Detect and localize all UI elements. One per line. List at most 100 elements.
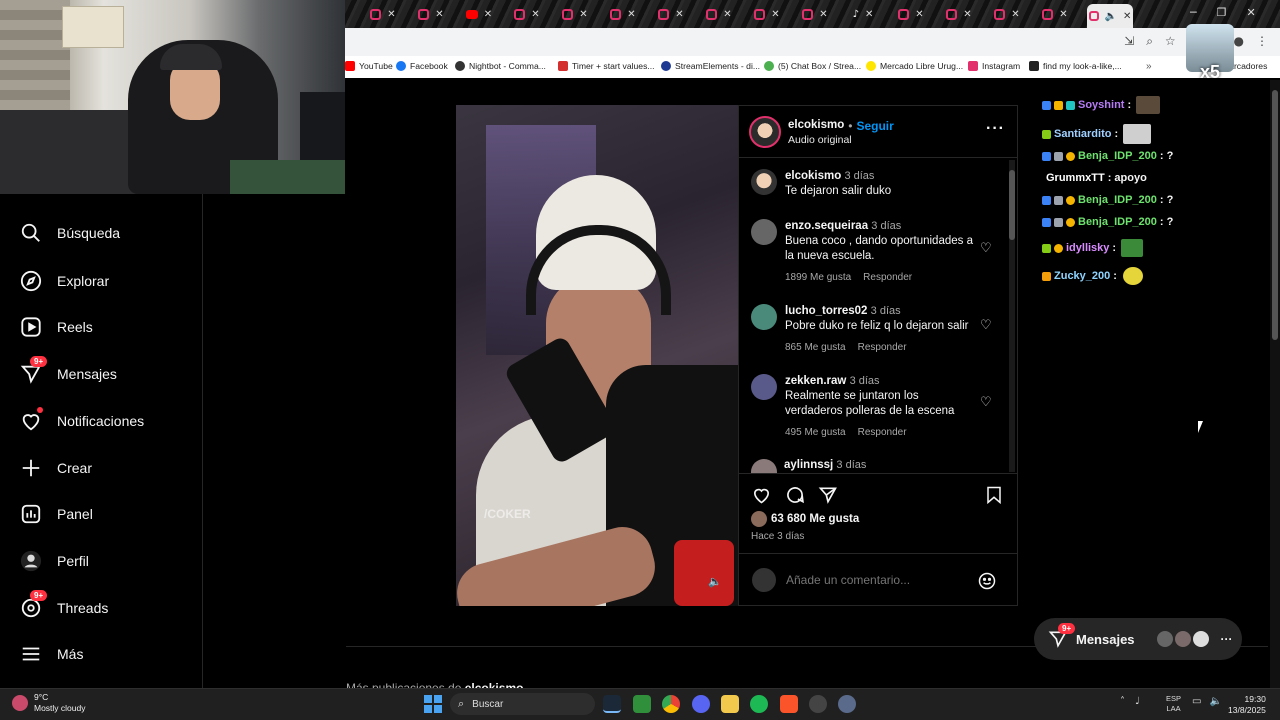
- minecraft-icon[interactable]: [633, 695, 651, 713]
- browser-menu-icon[interactable]: ⋮: [1256, 34, 1268, 49]
- steam-icon[interactable]: [603, 695, 621, 713]
- more-dots-icon[interactable]: ···: [1221, 632, 1233, 646]
- browser-tab[interactable]: ✕: [888, 4, 934, 24]
- weather-widget[interactable]: 9°C Mostly cloudy: [12, 692, 86, 714]
- language-indicator[interactable]: ESP LAA: [1166, 694, 1181, 714]
- add-comment-input[interactable]: [786, 571, 966, 589]
- comment-username[interactable]: enzo.sequeiraa: [785, 220, 868, 232]
- close-tab-icon[interactable]: ✕: [819, 9, 827, 20]
- app-icon[interactable]: [838, 695, 856, 713]
- close-tab-icon[interactable]: ✕: [484, 9, 492, 20]
- save-bookmark-icon[interactable]: [985, 485, 1003, 505]
- bookmark-streamelements[interactable]: StreamElements - di...: [661, 61, 760, 71]
- chrome-icon[interactable]: [662, 695, 680, 713]
- close-tab-icon[interactable]: ✕: [723, 9, 731, 20]
- nav-reels[interactable]: Reels: [20, 316, 93, 338]
- close-window-icon[interactable]: ✕: [1247, 6, 1256, 19]
- more-options-icon[interactable]: ···: [986, 120, 1005, 138]
- browser-tab[interactable]: ✕: [648, 4, 694, 24]
- comment-icon[interactable]: [785, 485, 805, 505]
- spotify-icon[interactable]: [750, 695, 768, 713]
- file-explorer-icon[interactable]: [721, 695, 739, 713]
- maximize-icon[interactable]: ❐: [1217, 6, 1227, 19]
- bookmark-chatbox[interactable]: (5) Chat Box / Strea...: [764, 61, 861, 71]
- close-tab-icon[interactable]: ✕: [865, 9, 873, 20]
- nav-notifications[interactable]: Notificaciones: [20, 407, 144, 432]
- messages-floating-button[interactable]: 9+ Mensajes ···: [1034, 618, 1242, 660]
- microphone-icon[interactable]: ♩: [1135, 696, 1140, 707]
- nav-search[interactable]: Búsqueda: [20, 222, 120, 244]
- active-browser-tab[interactable]: 🔈 ✕: [1087, 4, 1133, 28]
- volume-icon[interactable]: 🔈: [1209, 696, 1221, 707]
- author-username[interactable]: elcokismo: [788, 119, 844, 133]
- reply-button[interactable]: Responder: [858, 340, 907, 355]
- close-tab-icon[interactable]: ✕: [1059, 9, 1067, 20]
- close-tab-icon[interactable]: ✕: [1011, 9, 1019, 20]
- like-comment-icon[interactable]: ♡: [980, 318, 992, 333]
- bookmark-facebook[interactable]: Facebook: [396, 61, 448, 71]
- browser-tab[interactable]: ♪ ✕: [840, 4, 886, 24]
- close-tab-icon[interactable]: ✕: [1123, 11, 1131, 22]
- nav-explore[interactable]: Explorar: [20, 270, 109, 292]
- brave-icon[interactable]: [780, 695, 798, 713]
- close-tab-icon[interactable]: ✕: [915, 9, 923, 20]
- comment-username[interactable]: elcokismo: [785, 170, 841, 182]
- comment-username[interactable]: zekken.raw: [785, 375, 846, 387]
- taskbar-search[interactable]: ⌕ Buscar: [450, 693, 595, 715]
- browser-tab[interactable]: ✕: [936, 4, 982, 24]
- commenter-avatar[interactable]: [751, 304, 777, 330]
- nav-profile[interactable]: Perfil: [20, 550, 89, 572]
- browser-tab[interactable]: ✕: [600, 4, 646, 24]
- bookmark-timer[interactable]: Timer + start values...: [558, 61, 655, 71]
- comments-scroll-thumb[interactable]: [1009, 170, 1015, 240]
- close-tab-icon[interactable]: ✕: [771, 9, 779, 20]
- audio-label[interactable]: Audio original: [788, 134, 852, 146]
- comment-likes[interactable]: 495 Me gusta: [785, 425, 846, 440]
- browser-tab[interactable]: ✕: [984, 4, 1030, 24]
- commenter-avatar[interactable]: [751, 219, 777, 245]
- close-tab-icon[interactable]: ✕: [579, 9, 587, 20]
- bookmark-nightbot[interactable]: Nightbot - Comma...: [455, 61, 546, 71]
- commenter-avatar[interactable]: [751, 374, 777, 400]
- nav-create[interactable]: Crear: [20, 457, 92, 479]
- chevron-up-icon[interactable]: ˄: [1120, 696, 1125, 707]
- commenter-avatar[interactable]: [751, 459, 777, 473]
- nav-threads[interactable]: 9+ Threads: [20, 590, 108, 619]
- likes-count[interactable]: 63 680 Me gusta: [771, 513, 859, 525]
- minimize-icon[interactable]: ─: [1190, 6, 1197, 19]
- author-avatar[interactable]: [749, 116, 781, 148]
- close-tab-icon[interactable]: ✕: [675, 9, 683, 20]
- bookmark-lookalike[interactable]: find my look-a-like,...: [1029, 61, 1122, 71]
- browser-tab[interactable]: ✕: [360, 4, 406, 24]
- clock[interactable]: 19:30 13/8/2025: [1228, 694, 1266, 716]
- share-icon[interactable]: [818, 485, 838, 505]
- nav-messages[interactable]: 9+ Mensajes: [20, 356, 117, 385]
- display-icon[interactable]: ▭: [1192, 696, 1201, 707]
- bookmark-youtube[interactable]: YouTube: [345, 61, 393, 71]
- discord-icon[interactable]: [692, 695, 710, 713]
- comment-likes[interactable]: 865 Me gusta: [785, 340, 846, 355]
- like-comment-icon[interactable]: ♡: [980, 395, 992, 410]
- comment-likes[interactable]: 1899 Me gusta: [785, 270, 851, 285]
- speaker-icon[interactable]: 🔈: [708, 575, 722, 588]
- bookmark-mercadolibre[interactable]: Mercado Libre Urug...: [866, 61, 963, 71]
- like-comment-icon[interactable]: ♡: [980, 241, 992, 256]
- close-tab-icon[interactable]: ✕: [627, 9, 635, 20]
- nav-panel[interactable]: Panel: [20, 503, 93, 525]
- install-app-icon[interactable]: ⇲: [1124, 34, 1134, 49]
- browser-tab[interactable]: ✕: [504, 4, 550, 24]
- zoom-icon[interactable]: ⌕: [1146, 34, 1153, 49]
- start-button[interactable]: [424, 695, 442, 713]
- profile-avatar-icon[interactable]: ●: [1234, 34, 1244, 49]
- bookmarks-overflow-icon[interactable]: »: [1146, 61, 1152, 72]
- reply-button[interactable]: Responder: [863, 270, 912, 285]
- like-icon[interactable]: [751, 485, 772, 505]
- speaker-icon[interactable]: 🔈: [1105, 11, 1117, 22]
- browser-tab[interactable]: ✕: [552, 4, 598, 24]
- comment-username[interactable]: lucho_torres02: [785, 305, 867, 317]
- nav-more[interactable]: Más: [20, 643, 83, 665]
- follow-button[interactable]: Seguir: [856, 119, 893, 133]
- reel-video[interactable]: /COKER 🔈: [456, 105, 738, 606]
- close-tab-icon[interactable]: ✕: [963, 9, 971, 20]
- emoji-icon[interactable]: [977, 571, 997, 591]
